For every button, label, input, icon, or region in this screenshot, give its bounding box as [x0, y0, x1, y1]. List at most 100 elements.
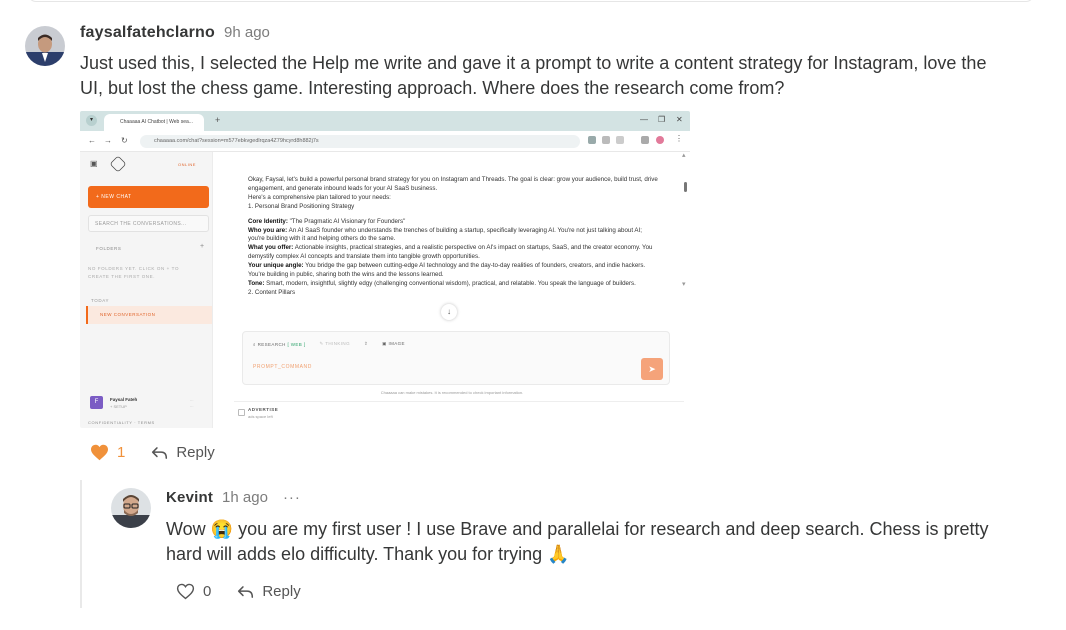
- reply-label: Reply: [262, 583, 301, 600]
- advert-box: ADVERTISE ads space left: [234, 401, 684, 423]
- thread-line: [80, 480, 82, 608]
- new-chat-button: + NEW CHAT: [88, 186, 209, 208]
- like-count: 1: [117, 444, 126, 461]
- reply-label: Reply: [176, 444, 215, 461]
- today-heading: TODAY: [91, 298, 110, 303]
- previous-card-edge: [28, 0, 1034, 2]
- attached-screenshot[interactable]: ▾ Chaaaaa AI Chatbot | Web sea... + — ❐ …: [80, 111, 690, 428]
- tab-search-icon: ▾: [86, 115, 97, 126]
- who-label: Who you are:: [248, 226, 288, 234]
- address-bar: ← → ↻ chaaaaa.com/chat?session=m577ebkvg…: [80, 131, 690, 152]
- back-icon: ←: [88, 136, 96, 145]
- crying-emoji: 😭: [210, 519, 234, 539]
- research-tool: ⌕ RESEARCH [ WEB ]: [253, 341, 306, 347]
- forward-icon: →: [104, 136, 112, 145]
- prompt-input-box: ⌕ RESEARCH [ WEB ] ✎ THINKING ⇪ ▣ IMAGE …: [242, 331, 670, 385]
- reply-icon: [152, 446, 168, 459]
- message-item: Tone: Smart, modern, insightful, slightl…: [248, 280, 658, 289]
- like-button[interactable]: 0: [176, 583, 211, 600]
- advert-subtitle: ads space left: [248, 414, 273, 419]
- avatar-photo: [111, 488, 151, 528]
- comment-actions: 1 Reply: [90, 444, 215, 461]
- comment-line: hard will adds elo difficulty. Thank you…: [166, 542, 1046, 567]
- timestamp[interactable]: 1h ago: [222, 489, 268, 506]
- angle-label: Your unique angle:: [248, 262, 304, 270]
- conversation-item: NEW CONVERSATION: [86, 306, 212, 324]
- comment-body: Wow 😭 you are my first user ! I use Brav…: [166, 517, 1046, 567]
- like-button[interactable]: 1: [90, 444, 125, 461]
- advert-title: ADVERTISE: [248, 407, 279, 412]
- disclaimer-text: Chaaaaa can make mistakes. It is recomme…: [380, 390, 524, 395]
- avatar[interactable]: [111, 488, 151, 528]
- message-paragraph: Here's a comprehensive plan tailored to …: [248, 193, 391, 201]
- download-icon: [641, 136, 649, 144]
- url-field: chaaaaa.com/chat?session=m577ebkvgedlrqz…: [140, 135, 580, 148]
- message-item: Core Identity: "The Pragmatic AI Visiona…: [248, 218, 658, 227]
- tone-label: Tone:: [248, 279, 265, 287]
- comment-line: UI, but lost the chess game. Interesting…: [80, 78, 785, 98]
- more-options-icon[interactable]: ···: [283, 489, 301, 506]
- chat-panel: ▴ ▾ Okay, Faysal, let's build a powerful…: [214, 152, 690, 428]
- core-text: "The Pragmatic AI Visionary for Founders…: [287, 217, 406, 225]
- message-item: Who you are: An AI SaaS founder who unde…: [248, 227, 658, 245]
- profile-icon: [656, 136, 664, 144]
- reload-icon: ↻: [121, 136, 128, 145]
- comment-line: Wow 😭 you are my first user ! I use Brav…: [166, 517, 1046, 542]
- tone-text: Smart, modern, insightful, slightly edgy…: [264, 279, 636, 287]
- scroll-up-icon: ▴: [682, 152, 686, 159]
- add-folder-icon: +: [200, 243, 205, 250]
- author-name[interactable]: faysalfatehclarno: [80, 24, 215, 42]
- user-meta: ··· ···: [190, 399, 194, 409]
- reply-button[interactable]: Reply: [151, 444, 215, 461]
- author-name[interactable]: Kevint: [166, 489, 213, 506]
- comment-actions: 0 Reply: [176, 583, 301, 600]
- upload-icon: ⇪: [363, 341, 369, 346]
- bookmark-icon: [616, 136, 624, 144]
- send-icon: ➤: [641, 358, 663, 380]
- advert-icon: [238, 409, 245, 416]
- close-icon: ✕: [676, 115, 683, 124]
- message-item: Your unique angle: You bridge the gap be…: [248, 262, 658, 280]
- maximize-icon: ❐: [658, 115, 666, 124]
- browser-tab-bar: ▾ Chaaaaa AI Chatbot | Web sea... + — ❐ …: [80, 111, 690, 131]
- who-text: An AI SaaS founder who understands the t…: [248, 226, 642, 243]
- prompt-placeholder: PROMPT_COMMAND: [253, 364, 312, 370]
- heart-outline-icon: [176, 583, 195, 600]
- online-status: ONLINE: [178, 162, 196, 167]
- browser-tab: Chaaaaa AI Chatbot | Web sea...: [104, 114, 204, 131]
- confidentiality-link: CONFIDENTIALITY · TERMS: [88, 420, 155, 425]
- avatar[interactable]: [25, 26, 65, 66]
- thinking-tool: ✎ THINKING: [319, 341, 350, 346]
- what-label: What you offer:: [248, 244, 294, 252]
- like-count: 0: [203, 583, 212, 600]
- message-paragraph: 1. Personal Brand Positioning Strategy: [248, 202, 355, 210]
- user-avatar: F: [90, 396, 103, 409]
- praying-hands-emoji: 🙏: [547, 544, 570, 564]
- comment-header: faysalfatehclarno 9h ago: [80, 24, 270, 42]
- comment-text: Wow: [166, 519, 206, 539]
- image-tool: ▣ IMAGE: [382, 341, 405, 346]
- tool-row: ⌕ RESEARCH [ WEB ] ✎ THINKING ⇪ ▣ IMAGE: [253, 341, 405, 347]
- message-paragraph: 2. Content Pillars: [248, 288, 296, 296]
- what-text: Actionable insights, practical strategie…: [248, 244, 653, 261]
- message-paragraph: Okay, Faysal, let's build a powerful per…: [248, 176, 658, 192]
- comment-line: Just used this, I selected the Help me w…: [80, 53, 987, 73]
- no-folders-text: NO FOLDERS YET. CLICK ON + TO CREATE THE…: [88, 266, 180, 279]
- minimize-icon: —: [640, 115, 648, 124]
- scroll-down-icon: ▾: [682, 281, 686, 288]
- chat-sidebar: ▣ ONLINE + NEW CHAT SEARCH THE CONVERSAT…: [80, 152, 213, 428]
- assistant-message: Okay, Faysal, let's build a powerful per…: [248, 176, 658, 298]
- translate-icon: [588, 136, 596, 144]
- scroll-to-bottom-icon: ↓: [441, 304, 457, 320]
- search-conversations-input: SEARCH THE CONVERSATIONS...: [88, 215, 209, 232]
- core-label: Core Identity:: [248, 217, 288, 225]
- timestamp[interactable]: 9h ago: [224, 24, 270, 41]
- logo-icon: [109, 155, 127, 173]
- avatar-photo: [25, 26, 65, 66]
- cast-icon: [602, 136, 610, 144]
- folders-heading: FOLDERS: [96, 246, 122, 251]
- user-tag: + SETUP: [110, 404, 127, 409]
- menu-icon: ⋮: [675, 134, 683, 143]
- reply-button[interactable]: Reply: [237, 583, 301, 600]
- scrollbar-thumb: [684, 182, 687, 192]
